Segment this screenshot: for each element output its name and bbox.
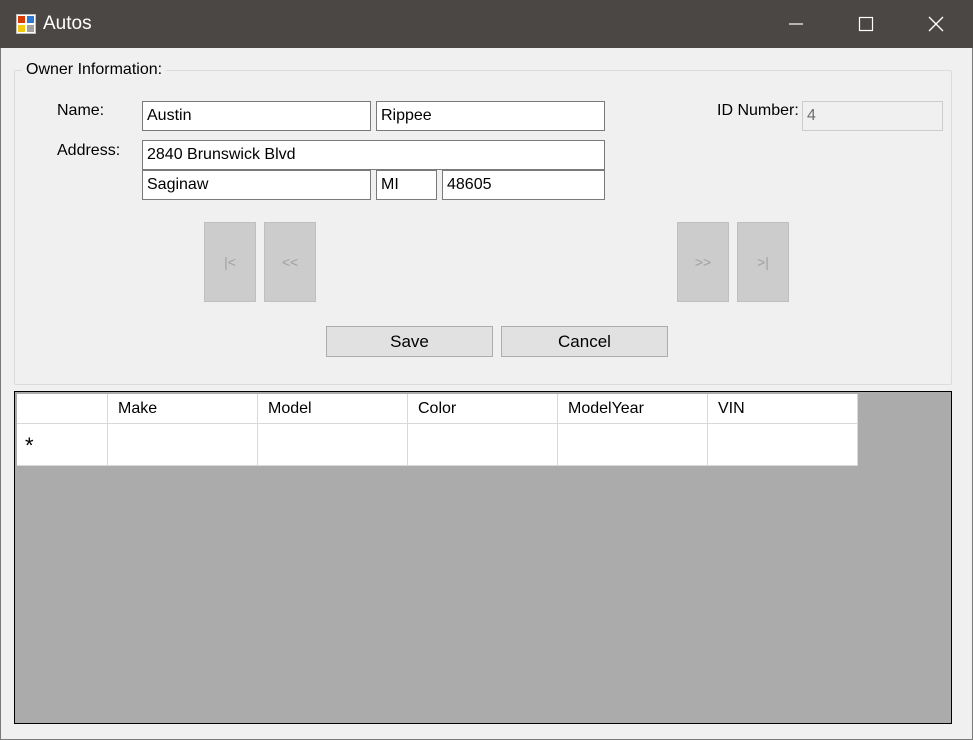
last-name-field[interactable]: Rippee	[376, 101, 605, 131]
save-button[interactable]: Save	[326, 326, 493, 357]
last-record-button[interactable]: >|	[737, 222, 789, 302]
new-row-color-cell[interactable]	[408, 424, 558, 466]
app-icon	[16, 14, 36, 34]
column-header-model[interactable]: Model	[258, 394, 408, 424]
id-number-field: 4	[802, 101, 943, 131]
first-record-button[interactable]: |<	[204, 222, 256, 302]
previous-record-button[interactable]: <<	[264, 222, 316, 302]
window-title: Autos	[43, 13, 92, 34]
address-label: Address:	[57, 142, 121, 159]
new-row-modelyear-cell[interactable]	[558, 424, 708, 466]
minimize-icon	[789, 23, 803, 25]
new-row-make-cell[interactable]	[108, 424, 258, 466]
zip-field[interactable]: 48605	[442, 170, 605, 200]
minimize-button[interactable]	[761, 0, 831, 48]
street-field[interactable]: 2840 Brunswick Blvd	[142, 140, 605, 170]
column-header-vin[interactable]: VIN	[708, 394, 858, 424]
maximize-icon	[858, 16, 874, 32]
new-row-vin-cell[interactable]	[708, 424, 858, 466]
id-number-label: ID Number:	[717, 102, 799, 119]
city-field[interactable]: Saginaw	[142, 170, 371, 200]
name-label: Name:	[57, 102, 105, 119]
cancel-button[interactable]: Cancel	[501, 326, 668, 357]
column-header-color[interactable]: Color	[408, 394, 558, 424]
column-header-modelyear[interactable]: ModelYear	[558, 394, 708, 424]
column-header-make[interactable]: Make	[108, 394, 258, 424]
first-name-field[interactable]: Austin	[142, 101, 371, 131]
new-row-model-cell[interactable]	[258, 424, 408, 466]
maximize-button[interactable]	[831, 0, 901, 48]
close-button[interactable]	[901, 0, 971, 48]
state-field[interactable]: MI	[376, 170, 437, 200]
close-icon	[928, 16, 944, 32]
next-record-button[interactable]: >>	[677, 222, 729, 302]
new-row-header[interactable]: *	[17, 424, 108, 466]
grid-corner-header[interactable]	[17, 394, 108, 424]
owner-group-title: Owner Information:	[22, 61, 167, 79]
